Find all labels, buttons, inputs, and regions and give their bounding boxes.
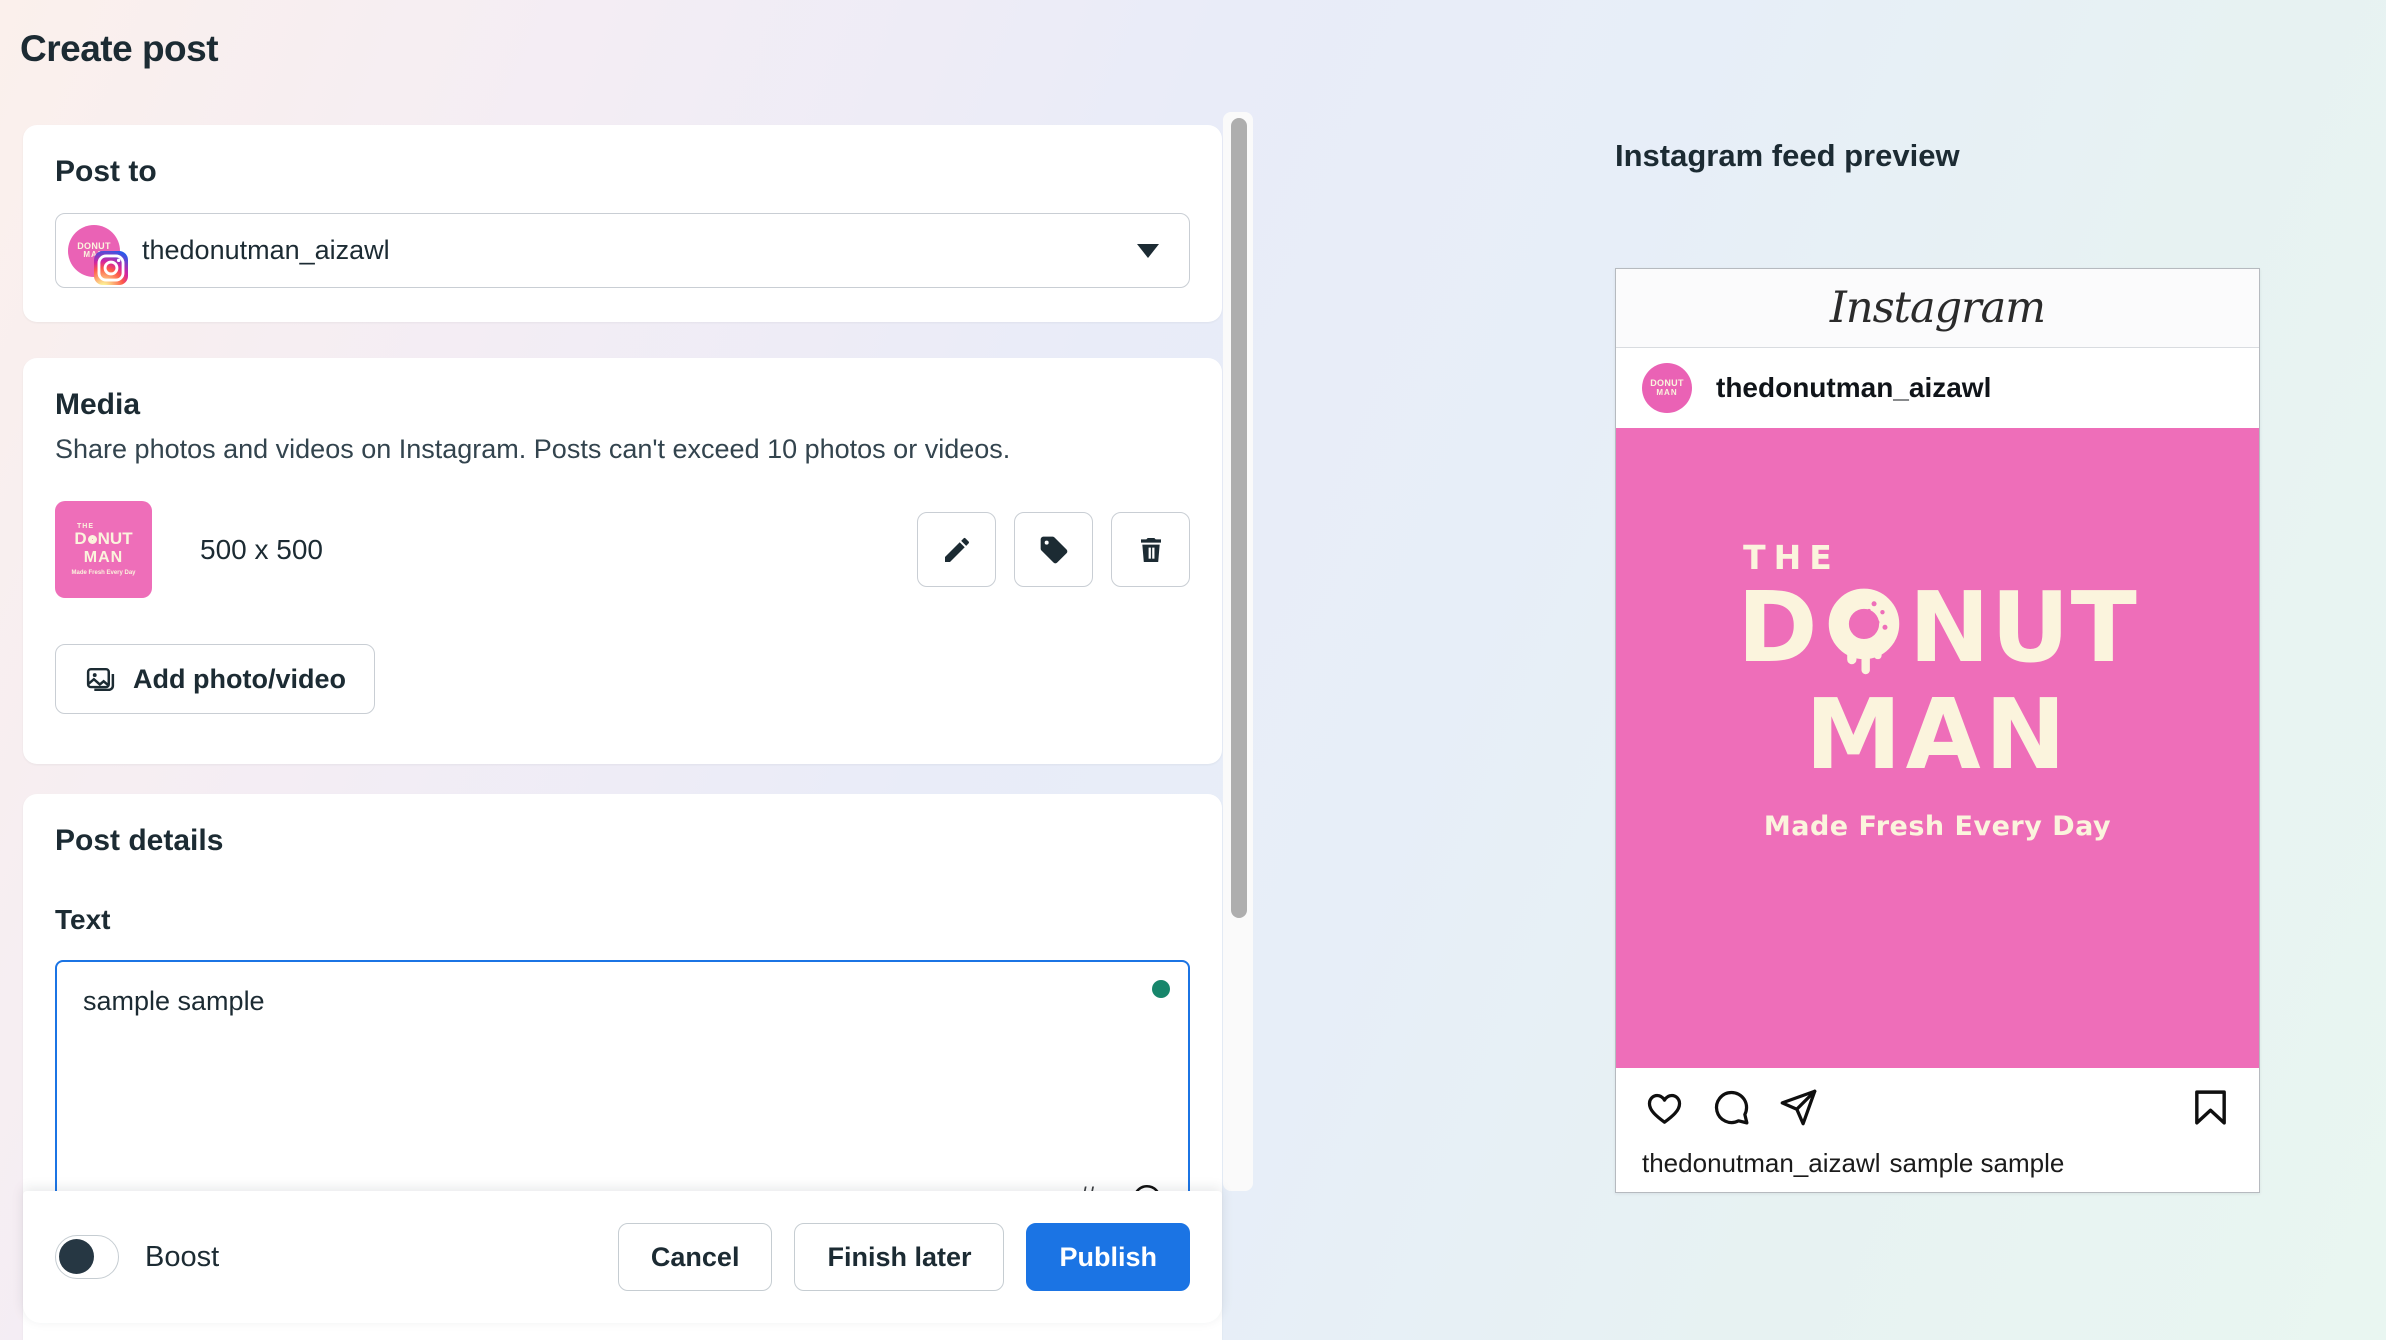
share-icon: [1780, 1089, 1817, 1125]
preview-avatar-line2: MAN: [1656, 387, 1678, 397]
footer-action-bar: Boost Cancel Finish later Publish: [23, 1191, 1222, 1323]
instagram-badge-icon: [94, 250, 128, 285]
preview-avatar: DONUT MAN: [1642, 363, 1692, 413]
edit-media-button[interactable]: [917, 512, 996, 587]
publish-button[interactable]: Publish: [1026, 1223, 1190, 1291]
tag-icon: [1040, 536, 1067, 563]
logo-tagline: Made Fresh Every Day: [1763, 811, 2112, 842]
preview-caption: thedonutman_aizawl sample sample: [1616, 1146, 2259, 1179]
media-actions: [917, 512, 1190, 587]
caption-text: sample sample: [1889, 1148, 2065, 1178]
tag-media-button[interactable]: [1014, 512, 1093, 587]
caption-username: thedonutman_aizawl: [1642, 1148, 1881, 1178]
preview-heading: Instagram feed preview: [1615, 138, 1960, 173]
post-to-heading: Post to: [55, 155, 157, 188]
trash-icon: [1140, 537, 1161, 562]
logo-nut: NUT: [1908, 571, 2138, 684]
media-description: Share photos and videos on Instagram. Po…: [55, 434, 1011, 464]
comment-icon: [1714, 1090, 1749, 1124]
add-photo-video-button[interactable]: Add photo/video: [55, 644, 375, 714]
cancel-button[interactable]: Cancel: [617, 1223, 773, 1291]
bookmark-icon: [2195, 1089, 2226, 1125]
character-status-dot: [1152, 980, 1170, 998]
preview-header: Instagram: [1616, 269, 2259, 348]
finish-later-button[interactable]: Finish later: [794, 1223, 1005, 1291]
media-item-row: THE D NUT MAN Made Fresh Every Day 500 x …: [55, 501, 1190, 598]
page-title: Create post: [20, 28, 219, 69]
media-thumbnail[interactable]: THE D NUT MAN Made Fresh Every Day: [55, 501, 152, 598]
preview-username: thedonutman_aizawl: [1716, 372, 1992, 403]
preview-post-image: THE D NUT MAN Made Fresh Every Day: [1616, 428, 2259, 1068]
logo-d: D: [1737, 571, 1819, 684]
boost-toggle[interactable]: [55, 1235, 119, 1279]
preview-user-row: DONUT MAN thedonutman_aizawl: [1616, 348, 2259, 428]
donut-icon: [87, 535, 97, 545]
footer-buttons: Cancel Finish later Publish: [617, 1223, 1190, 1291]
post-to-card: Post to DONUT MAN thedonutman_aizawl: [23, 125, 1222, 322]
scrollbar-track: [1223, 112, 1253, 1191]
media-card: Media Share photos and videos on Instagr…: [23, 358, 1222, 764]
donut-man-logo: THE D NUT MAN Made Fresh Every Day: [1737, 538, 2138, 842]
instagram-wordmark: Instagram: [1829, 283, 2046, 333]
thumb-logo-man: MAN: [83, 549, 124, 567]
text-field-label: Text: [55, 904, 111, 935]
thumb-logo-donut: D NUT: [74, 530, 132, 549]
pencil-icon: [944, 537, 969, 562]
thumb-logo-d: D: [74, 529, 87, 549]
media-dimensions: 500 x 500: [200, 533, 323, 565]
add-photo-video-label: Add photo/video: [133, 663, 346, 694]
toggle-knob: [59, 1239, 94, 1274]
photo-icon: [86, 667, 115, 691]
thumb-logo-nut: NUT: [97, 529, 133, 549]
media-heading: Media: [55, 388, 141, 421]
heart-icon: [1647, 1093, 1682, 1124]
scrollbar-thumb[interactable]: [1231, 118, 1247, 918]
logo-donut: D NUT: [1737, 579, 2138, 676]
logo-man: MAN: [1805, 678, 2070, 791]
preview-action-row: [1616, 1068, 2259, 1146]
boost-label: Boost: [145, 1240, 220, 1273]
post-details-heading: Post details: [55, 824, 224, 857]
instagram-preview-card: Instagram DONUT MAN thedonutman_aizawl T…: [1615, 268, 2260, 1193]
account-avatar: DONUT MAN: [68, 224, 128, 285]
account-selector[interactable]: DONUT MAN thedonutman_aizawl: [55, 213, 1190, 288]
create-post-page: Create post Post to DONUT MAN thedonutma…: [0, 0, 2386, 1340]
delete-media-button[interactable]: [1111, 512, 1190, 587]
donut-icon: [1828, 588, 1899, 674]
thumb-logo-tagline: Made Fresh Every Day: [71, 569, 136, 576]
chevron-down-icon: [1137, 243, 1159, 258]
account-name: thedonutman_aizawl: [142, 235, 390, 265]
